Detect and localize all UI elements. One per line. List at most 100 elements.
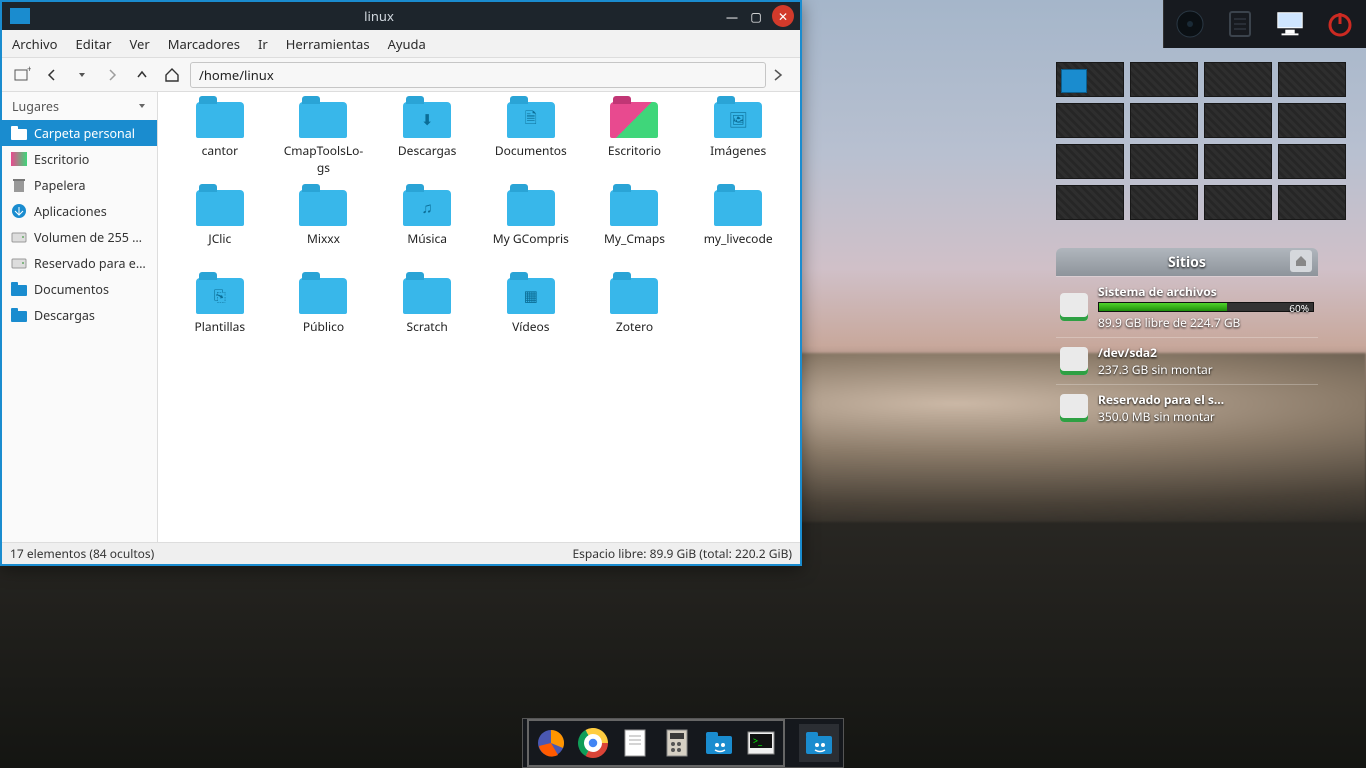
titlebar[interactable]: linux — ▢ ✕ — [2, 2, 800, 30]
launcher-chrome[interactable] — [575, 725, 611, 761]
workspace-6[interactable] — [1130, 103, 1198, 138]
workspace-13[interactable] — [1056, 185, 1124, 220]
usage-bar: 60% — [1098, 302, 1314, 312]
drive-subtitle: 237.3 GB sin montar — [1098, 361, 1314, 378]
menu-ir[interactable]: Ir — [258, 35, 268, 53]
sidebar-item-2[interactable]: Papelera — [2, 172, 157, 198]
media-disk-icon[interactable] — [1174, 8, 1206, 40]
folder-icon — [10, 281, 28, 297]
close-button[interactable]: ✕ — [772, 5, 794, 27]
folder-view[interactable]: cantorCmapToolsLo- gs⬇Descargas🗎Document… — [158, 92, 800, 542]
folder-Vídeos[interactable]: ▦Vídeos — [479, 278, 583, 360]
folder-label: Descargas — [398, 142, 456, 159]
maximize-button[interactable]: ▢ — [744, 4, 768, 28]
statusbar: 17 elementos (84 ocultos) Espacio libre:… — [2, 542, 800, 564]
workspace-9[interactable] — [1056, 144, 1124, 179]
folder-My-GCompris[interactable]: My GCompris — [479, 190, 583, 272]
workspace-14[interactable] — [1130, 185, 1198, 220]
launcher-terminal[interactable]: >_ — [743, 725, 779, 761]
history-dropdown[interactable] — [70, 63, 94, 87]
workspace-1[interactable] — [1056, 62, 1124, 97]
sidebar-header[interactable]: Lugares — [2, 92, 157, 120]
folder-icon — [299, 278, 347, 314]
workspace-3[interactable] — [1204, 62, 1272, 97]
menu-ver[interactable]: Ver — [129, 35, 149, 53]
launcher-firefox[interactable] — [533, 725, 569, 761]
home-button[interactable] — [160, 63, 184, 87]
up-button[interactable] — [130, 63, 154, 87]
workspace-2[interactable] — [1130, 62, 1198, 97]
sidebar-item-label: Volumen de 255 … — [34, 229, 142, 246]
new-tab-button[interactable]: + — [10, 63, 34, 87]
sidebar-item-5[interactable]: Reservado para e… — [2, 250, 157, 276]
workspace-11[interactable] — [1204, 144, 1272, 179]
workspace-16[interactable] — [1278, 185, 1346, 220]
address-bar[interactable]: /home/linux — [190, 62, 766, 88]
sidebar-item-3[interactable]: Aplicaciones — [2, 198, 157, 224]
folder-JClic[interactable]: JClic — [168, 190, 272, 272]
places-drive-2[interactable]: Reservado para el s…350.0 MB sin montar — [1056, 384, 1318, 431]
folder-Scratch[interactable]: Scratch — [375, 278, 479, 360]
menu-editar[interactable]: Editar — [76, 35, 112, 53]
minimize-button[interactable]: — — [720, 4, 744, 28]
folder-Escritorio[interactable]: Escritorio — [583, 102, 687, 184]
svg-text:>_: >_ — [753, 734, 763, 747]
sidebar-item-7[interactable]: Descargas — [2, 302, 157, 328]
launcher-calculator[interactable] — [659, 725, 695, 761]
folder-Público[interactable]: Público — [272, 278, 376, 360]
taskbar-running-app[interactable] — [799, 724, 839, 762]
sidebar-header-label: Lugares — [12, 98, 59, 115]
launcher-text-editor[interactable] — [617, 725, 653, 761]
sidebar: Lugares Carpeta personalEscritorioPapele… — [2, 92, 158, 542]
launcher-file-manager[interactable] — [701, 725, 737, 761]
workspace-12[interactable] — [1278, 144, 1346, 179]
clipboard-icon[interactable] — [1224, 8, 1256, 40]
computer-icon[interactable] — [1274, 8, 1306, 40]
menu-ayuda[interactable]: Ayuda — [388, 35, 426, 53]
folder-Zotero[interactable]: Zotero — [583, 278, 687, 360]
places-drive-1[interactable]: /dev/sda2237.3 GB sin montar — [1056, 337, 1318, 384]
folder-My_Cmaps[interactable]: My_Cmaps — [583, 190, 687, 272]
menu-archivo[interactable]: Archivo — [12, 35, 58, 53]
folder-cantor[interactable]: cantor — [168, 102, 272, 184]
workspace-7[interactable] — [1204, 103, 1272, 138]
folder-icon: ♫ — [403, 190, 451, 226]
menu-herramientas[interactable]: Herramientas — [286, 35, 370, 53]
folder-CmapToolsLo--gs[interactable]: CmapToolsLo- gs — [272, 102, 376, 184]
folder-my_livecode[interactable]: my_livecode — [686, 190, 790, 272]
workspace-10[interactable] — [1130, 144, 1198, 179]
folder-label: Zotero — [616, 318, 653, 335]
folder-Plantillas[interactable]: ⎘Plantillas — [168, 278, 272, 360]
drive-subtitle: 89.9 GB libre de 224.7 GB — [1098, 314, 1314, 331]
power-icon[interactable] — [1324, 8, 1356, 40]
folder-icon — [714, 190, 762, 226]
places-widget: Sitios Sistema de archivos60%89.9 GB lib… — [1056, 248, 1318, 431]
folder-label: My GCompris — [493, 230, 569, 247]
folder-icon: 🖼 — [714, 102, 762, 138]
usage-percent: 60% — [1289, 301, 1309, 315]
menu-marcadores[interactable]: Marcadores — [168, 35, 240, 53]
sidebar-item-1[interactable]: Escritorio — [2, 146, 157, 172]
sidebar-item-6[interactable]: Documentos — [2, 276, 157, 302]
sidebar-item-0[interactable]: Carpeta personal — [2, 120, 157, 146]
workspace-5[interactable] — [1056, 103, 1124, 138]
back-button[interactable] — [40, 63, 64, 87]
go-button[interactable] — [772, 68, 792, 82]
home-icon[interactable] — [1290, 250, 1312, 272]
folder-Imágenes[interactable]: 🖼Imágenes — [686, 102, 790, 184]
folder-Música[interactable]: ♫Música — [375, 190, 479, 272]
workspace-4[interactable] — [1278, 62, 1346, 97]
workspace-15[interactable] — [1204, 185, 1272, 220]
places-widget-header: Sitios — [1056, 248, 1318, 276]
sidebar-item-4[interactable]: Volumen de 255 … — [2, 224, 157, 250]
folder-Descargas[interactable]: ⬇Descargas — [375, 102, 479, 184]
places-drive-0[interactable]: Sistema de archivos60%89.9 GB libre de 2… — [1056, 276, 1318, 337]
folder-label: Mixxx — [307, 230, 340, 247]
folder-Mixxx[interactable]: Mixxx — [272, 190, 376, 272]
sidebar-item-label: Reservado para e… — [34, 255, 146, 272]
workspace-8[interactable] — [1278, 103, 1346, 138]
forward-button[interactable] — [100, 63, 124, 87]
folder-icon: ⎘ — [196, 278, 244, 314]
sidebar-item-label: Descargas — [34, 307, 95, 324]
folder-Documentos[interactable]: 🗎Documentos — [479, 102, 583, 184]
